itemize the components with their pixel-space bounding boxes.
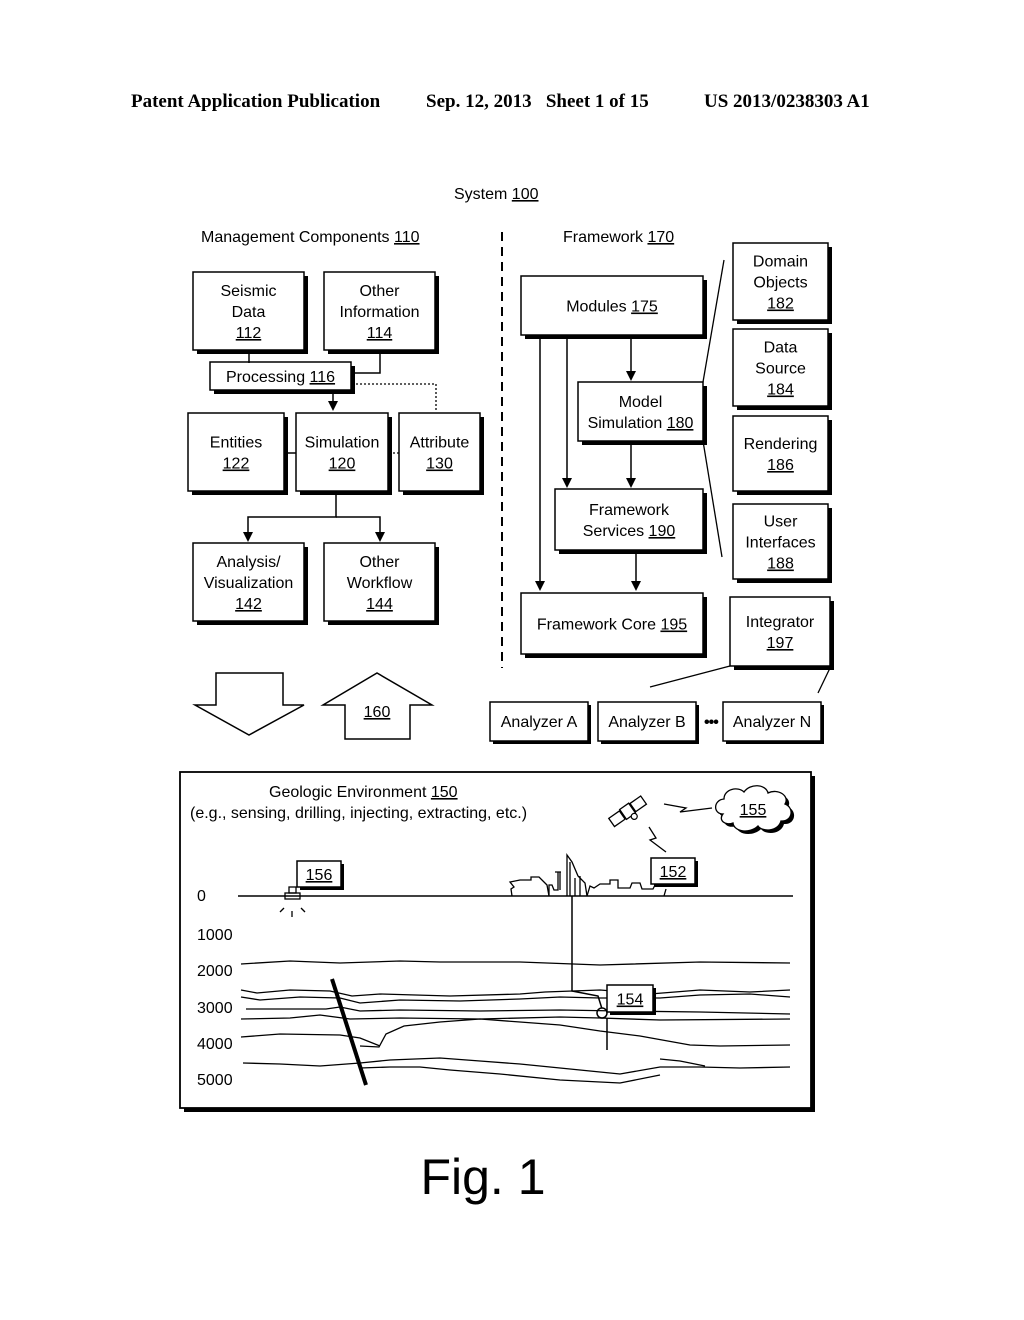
management-title: Management Components 110 <box>201 229 420 246</box>
rendering-box: Rendering 186 <box>732 415 832 495</box>
box-label: User <box>764 514 798 531</box>
box-ref: 184 <box>767 382 794 399</box>
box-label: Data <box>232 304 266 321</box>
model-simulation-box: Model Simulation 180 <box>577 381 707 445</box>
box-label: Modules 175 <box>566 299 658 316</box>
analyzer-ellipsis: ••• <box>704 714 719 731</box>
attribute-box: Attribute 130 <box>398 412 484 495</box>
patent-number: US 2013/0238303 A1 <box>704 91 870 112</box>
integrator-box: Integrator 197 <box>729 596 834 670</box>
box-label: Processing 116 <box>226 369 335 386</box>
depth-label: 2000 <box>197 963 233 980</box>
modules-box: Modules 175 <box>520 275 707 339</box>
box-ref: 112 <box>236 325 262 342</box>
analyzer-box: Analyzer A <box>489 701 591 744</box>
box-label: Services 190 <box>583 523 676 540</box>
analyzer-label: Analyzer B <box>608 714 685 731</box>
patent-figure: Patent Application Publication Sep. 12, … <box>131 91 870 1205</box>
arrow-ref-label: 160 <box>364 704 391 721</box>
cloud-ref-label: 155 <box>740 802 767 819</box>
callout-ref: 156 <box>306 867 333 884</box>
user-interfaces-box: User Interfaces 188 <box>732 503 832 583</box>
box-ref: 188 <box>767 556 794 573</box>
box-label: Information <box>339 304 419 321</box>
date-sheet-label: Sep. 12, 2013 Sheet 1 of 15 <box>426 91 649 112</box>
box-label: Framework <box>589 502 670 519</box>
figure-caption: Fig. 1 <box>420 1149 545 1205</box>
box-label: Rendering <box>744 436 818 453</box>
depth-label: 1000 <box>197 927 233 944</box>
box-label: Other <box>359 554 400 571</box>
framework-core-box: Framework Core 195 <box>520 592 707 658</box>
box-ref: 114 <box>367 325 393 342</box>
box-ref: 144 <box>366 596 393 613</box>
box-ref: 130 <box>426 456 453 473</box>
system-title: System 100 <box>454 186 539 203</box>
box-label: Entities <box>210 435 262 452</box>
analyzer-box: Analyzer N <box>722 701 824 744</box>
simulation-box: Simulation 120 <box>295 412 392 495</box>
seismic-data-box: Seismic Data 112 <box>192 271 308 354</box>
box-label: Integrator <box>746 614 815 631</box>
rig-callout: 152 <box>650 857 698 887</box>
callout-ref: 154 <box>617 992 644 1009</box>
box-label: Visualization <box>204 575 294 592</box>
analysis-visualization-box: Analysis/Visualization 142 <box>192 542 308 625</box>
box-label: Objects <box>753 275 807 292</box>
framework-services-box: Framework Services 190 <box>554 488 707 554</box>
box-label: Model <box>619 394 663 411</box>
analyzer-label: Analyzer A <box>501 714 578 731</box>
framework-title: Framework 170 <box>563 229 674 246</box>
box-label: Workflow <box>347 575 413 592</box>
depth-label: 5000 <box>197 1072 233 1089</box>
callout-ref: 152 <box>660 864 687 881</box>
box-label: Framework Core 195 <box>537 617 687 634</box>
box-label: Simulation <box>305 435 380 452</box>
box-label: Attribute <box>410 435 470 452</box>
other-workflow-box: Other Workflow 144 <box>323 542 439 625</box>
well-junction-icon <box>596 1007 608 1019</box>
box-ref: 182 <box>767 296 794 313</box>
box-label: Interfaces <box>745 535 815 552</box>
depth-label: 4000 <box>197 1036 233 1053</box>
other-information-box: Other Information 114 <box>323 271 439 354</box>
domain-objects-box: Domain Objects 182 <box>732 242 832 324</box>
analyzer-label: Analyzer N <box>733 714 811 731</box>
entities-box: Entities 122 <box>187 412 288 495</box>
publication-label: Patent Application Publication <box>131 91 381 112</box>
geologic-title: Geologic Environment 150 <box>269 784 458 801</box>
box-label: Simulation 180 <box>588 415 694 432</box>
sensor-callout: 156 <box>296 860 344 890</box>
depth-label: 0 <box>197 888 206 905</box>
box-label: Analysis/ <box>216 554 281 571</box>
box-label: Data <box>764 340 798 357</box>
box-ref: 120 <box>329 456 356 473</box>
box-label: Domain <box>753 254 808 271</box>
geologic-subtitle: (e.g., sensing, drilling, injecting, ext… <box>190 805 527 822</box>
box-label: Seismic <box>220 283 276 300</box>
box-label: Other <box>359 283 400 300</box>
processing-box: Processing 116 <box>209 361 355 394</box>
box-ref: 197 <box>767 635 794 652</box>
geologic-frame <box>179 771 812 1109</box>
down-arrow-icon <box>192 672 305 736</box>
analyzer-box: Analyzer B <box>597 701 699 744</box>
box-ref: 186 <box>767 457 794 474</box>
data-source-box: Data Source 184 <box>732 328 832 410</box>
box-ref: 142 <box>235 596 262 613</box>
box-label: Source <box>755 361 806 378</box>
box-ref: 122 <box>223 456 250 473</box>
well-callout: 154 <box>606 984 656 1015</box>
depth-label: 3000 <box>197 1000 233 1017</box>
